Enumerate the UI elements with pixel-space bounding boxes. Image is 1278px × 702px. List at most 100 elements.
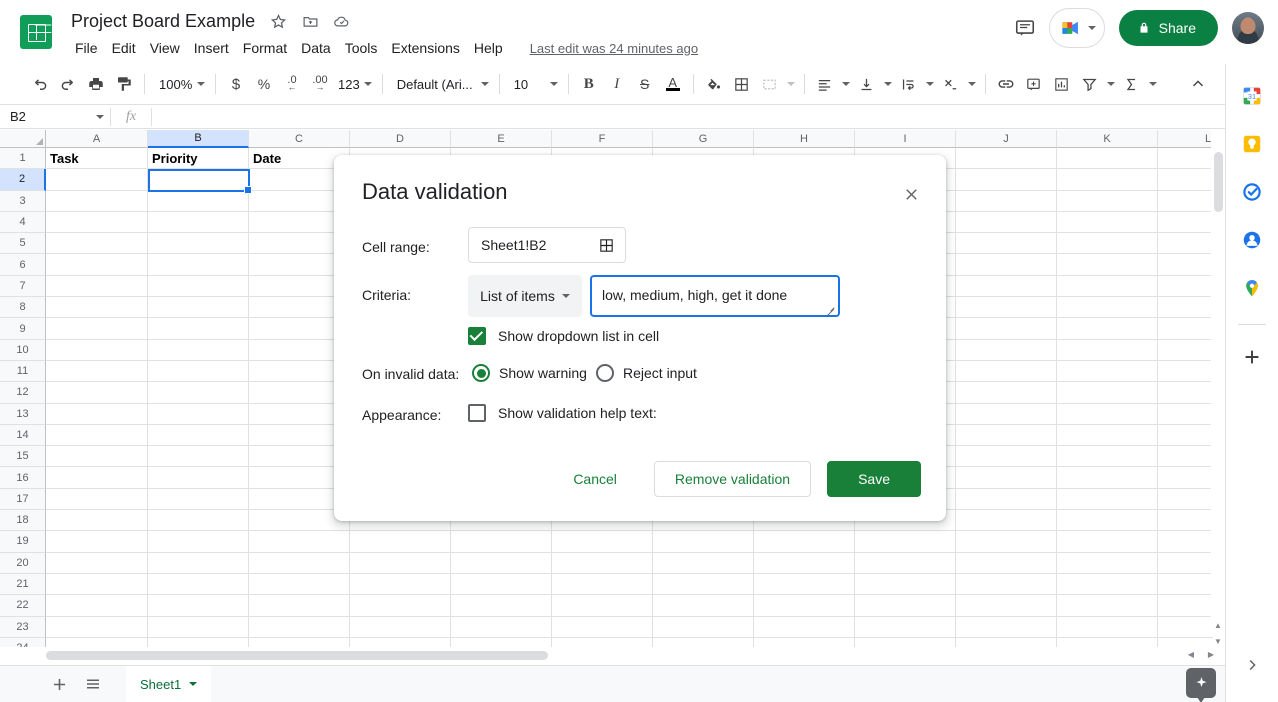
show-warning-label[interactable]: Show warning bbox=[499, 365, 587, 381]
cell-L8[interactable] bbox=[1158, 297, 1213, 319]
menu-view[interactable]: View bbox=[143, 38, 187, 58]
cell-I20[interactable] bbox=[855, 552, 956, 574]
cell-K14[interactable] bbox=[1057, 424, 1158, 447]
cell-L24[interactable] bbox=[1158, 637, 1213, 647]
cell-A1[interactable]: Task bbox=[46, 148, 148, 170]
cell-A17[interactable] bbox=[46, 488, 148, 511]
column-header-c[interactable]: C bbox=[249, 130, 350, 148]
vertical-scrollbar[interactable]: ▲ ▼ bbox=[1211, 130, 1225, 646]
cell-L9[interactable] bbox=[1158, 318, 1213, 340]
cell-L22[interactable] bbox=[1158, 595, 1213, 617]
cell-K1[interactable] bbox=[1057, 148, 1158, 170]
row-header-16[interactable]: 16 bbox=[0, 467, 46, 489]
cell-G20[interactable] bbox=[653, 552, 754, 574]
cell-J5[interactable] bbox=[956, 233, 1057, 255]
cell-L5[interactable] bbox=[1158, 233, 1213, 255]
cell-D24[interactable] bbox=[350, 637, 451, 647]
cell-A12[interactable] bbox=[46, 382, 148, 404]
page-title[interactable]: Project Board Example bbox=[68, 10, 258, 33]
horizontal-scroll-thumb[interactable] bbox=[46, 651, 548, 660]
cell-G23[interactable] bbox=[653, 616, 754, 638]
cell-K3[interactable] bbox=[1057, 190, 1158, 212]
cell-B24[interactable] bbox=[148, 637, 249, 647]
cell-L17[interactable] bbox=[1158, 488, 1213, 511]
cell-H19[interactable] bbox=[754, 531, 855, 553]
cell-B21[interactable] bbox=[148, 573, 249, 596]
cell-E23[interactable] bbox=[451, 616, 552, 638]
cell-K9[interactable] bbox=[1057, 318, 1158, 340]
column-header-e[interactable]: E bbox=[451, 130, 552, 148]
cell-K13[interactable] bbox=[1057, 403, 1158, 425]
row-header-15[interactable]: 15 bbox=[0, 446, 46, 468]
cell-J2[interactable] bbox=[956, 169, 1057, 191]
bold-button[interactable]: B bbox=[575, 70, 603, 98]
cell-I22[interactable] bbox=[855, 595, 956, 617]
row-header-2[interactable]: 2 bbox=[0, 169, 46, 191]
cell-K5[interactable] bbox=[1057, 233, 1158, 255]
scroll-left-button[interactable]: ◀ bbox=[1181, 647, 1201, 662]
cell-L4[interactable] bbox=[1158, 211, 1213, 234]
cell-K21[interactable] bbox=[1057, 573, 1158, 596]
cell-A18[interactable] bbox=[46, 510, 148, 532]
cell-A6[interactable] bbox=[46, 254, 148, 276]
cell-E19[interactable] bbox=[451, 531, 552, 553]
cell-H23[interactable] bbox=[754, 616, 855, 638]
cell-B1[interactable]: Priority bbox=[148, 148, 249, 170]
cell-J22[interactable] bbox=[956, 595, 1057, 617]
row-header-3[interactable]: 3 bbox=[0, 190, 46, 212]
show-dropdown-label[interactable]: Show dropdown list in cell bbox=[498, 328, 659, 344]
cell-L15[interactable] bbox=[1158, 446, 1213, 468]
percent-format-button[interactable]: % bbox=[250, 70, 278, 98]
criteria-type-dropdown[interactable]: List of items bbox=[468, 275, 582, 317]
row-header-20[interactable]: 20 bbox=[0, 552, 46, 574]
cell-F19[interactable] bbox=[552, 531, 653, 553]
decrease-decimal-button[interactable]: .0 ← bbox=[278, 70, 306, 98]
cell-H22[interactable] bbox=[754, 595, 855, 617]
cell-H20[interactable] bbox=[754, 552, 855, 574]
column-header-d[interactable]: D bbox=[350, 130, 451, 148]
add-ons-plus-icon[interactable] bbox=[1234, 339, 1270, 375]
cell-H24[interactable] bbox=[754, 637, 855, 647]
cell-J15[interactable] bbox=[956, 446, 1057, 468]
cell-D22[interactable] bbox=[350, 595, 451, 617]
merge-cells-dropdown[interactable] bbox=[784, 70, 798, 98]
vertical-scroll-thumb[interactable] bbox=[1214, 152, 1223, 212]
cell-K17[interactable] bbox=[1057, 488, 1158, 511]
user-avatar[interactable] bbox=[1232, 12, 1264, 44]
cell-L18[interactable] bbox=[1158, 510, 1213, 532]
cell-A15[interactable] bbox=[46, 446, 148, 468]
cell-C19[interactable] bbox=[249, 531, 350, 553]
cell-L14[interactable] bbox=[1158, 424, 1213, 447]
cell-A21[interactable] bbox=[46, 573, 148, 596]
cell-A10[interactable] bbox=[46, 339, 148, 361]
column-header-l[interactable]: L bbox=[1158, 130, 1213, 148]
select-data-range-icon[interactable] bbox=[595, 234, 617, 256]
expand-side-panel-chevron-icon[interactable] bbox=[1237, 650, 1267, 680]
cell-L20[interactable] bbox=[1158, 552, 1213, 574]
menu-edit[interactable]: Edit bbox=[105, 38, 143, 58]
row-header-13[interactable]: 13 bbox=[0, 403, 46, 425]
cell-L10[interactable] bbox=[1158, 339, 1213, 361]
text-rotation-icon[interactable] bbox=[937, 70, 965, 98]
cell-L7[interactable] bbox=[1158, 275, 1213, 298]
text-wrapping-icon[interactable] bbox=[895, 70, 923, 98]
row-header-6[interactable]: 6 bbox=[0, 254, 46, 276]
cell-H21[interactable] bbox=[754, 573, 855, 596]
cell-J4[interactable] bbox=[956, 211, 1057, 234]
cell-I19[interactable] bbox=[855, 531, 956, 553]
cell-K6[interactable] bbox=[1057, 254, 1158, 276]
merge-cells-icon[interactable] bbox=[756, 70, 784, 98]
star-icon[interactable] bbox=[266, 9, 290, 33]
cell-G24[interactable] bbox=[653, 637, 754, 647]
cell-J19[interactable] bbox=[956, 531, 1057, 553]
menu-file[interactable]: File bbox=[68, 38, 105, 58]
row-header-7[interactable]: 7 bbox=[0, 275, 46, 298]
column-header-i[interactable]: I bbox=[855, 130, 956, 148]
cell-L12[interactable] bbox=[1158, 382, 1213, 404]
vertical-align-dropdown[interactable] bbox=[881, 70, 895, 98]
row-header-18[interactable]: 18 bbox=[0, 510, 46, 532]
cell-I21[interactable] bbox=[855, 573, 956, 596]
cell-J20[interactable] bbox=[956, 552, 1057, 574]
menu-insert[interactable]: Insert bbox=[187, 38, 236, 58]
cell-L21[interactable] bbox=[1158, 573, 1213, 596]
